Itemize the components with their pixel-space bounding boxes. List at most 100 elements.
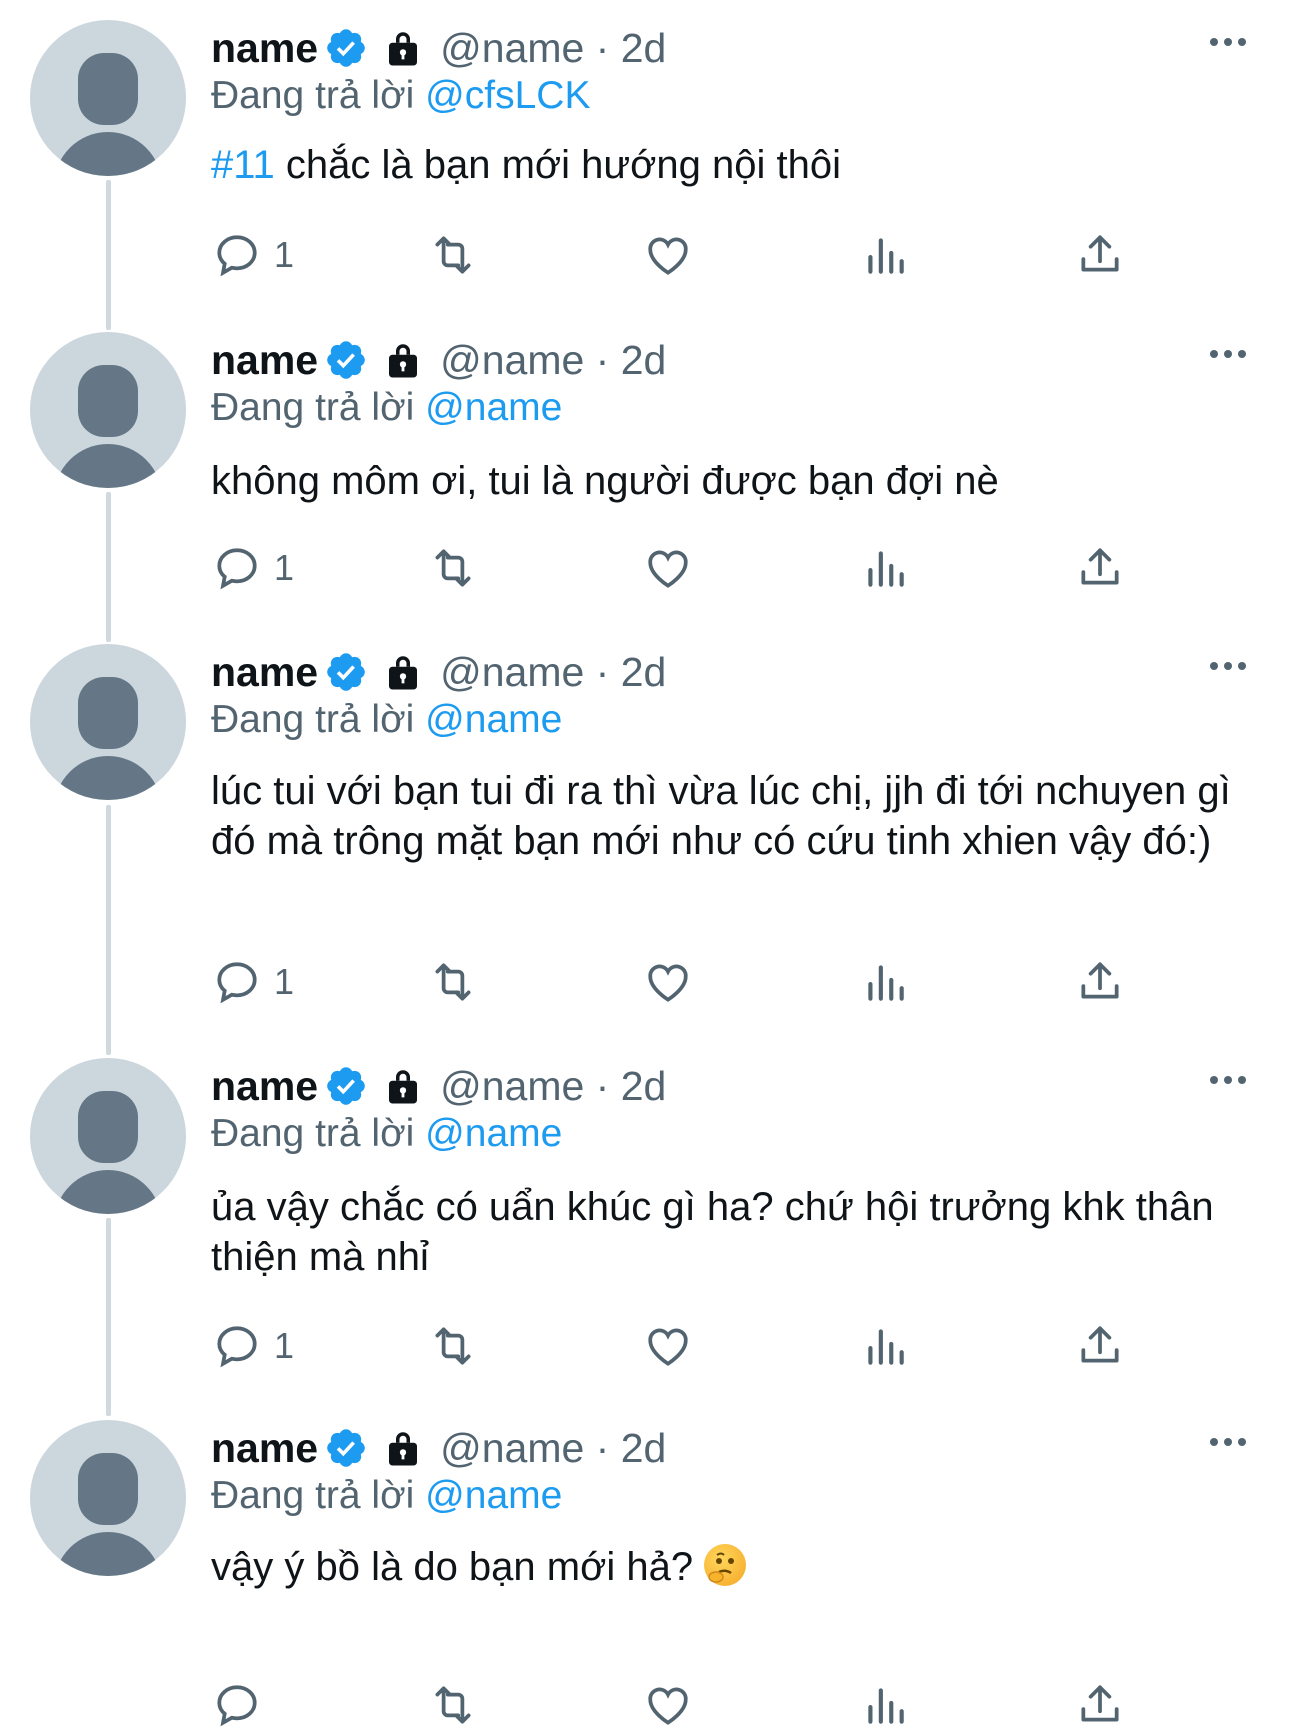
- tweet[interactable]: name @name · 2d Đang trả lời @name không…: [0, 332, 1290, 632]
- like-icon: [648, 1328, 688, 1366]
- replying-prefix: Đang trả lời: [211, 698, 415, 741]
- share-icon: [1081, 548, 1119, 585]
- reply-button[interactable]: 1: [212, 225, 294, 285]
- reply-count: 1: [274, 234, 295, 275]
- verified-badge-icon: [327, 653, 365, 691]
- like-button[interactable]: [643, 538, 693, 598]
- handle-time[interactable]: @name · 2d: [440, 25, 666, 72]
- views-button[interactable]: [860, 952, 910, 1012]
- like-button[interactable]: [643, 225, 693, 285]
- mention-link[interactable]: @cfsLCK: [425, 74, 590, 117]
- tweet-text: ủa vậy chắc có uẩn khúc gì ha? chứ hội t…: [211, 1185, 1214, 1279]
- verified-badge-icon: [327, 29, 365, 67]
- share-button[interactable]: [1075, 1675, 1125, 1735]
- action-bar: 1: [0, 1316, 1290, 1376]
- action-bar: [0, 1675, 1290, 1735]
- tweet[interactable]: name @name · 2d Đang trả lời @name ủa vậ…: [0, 1058, 1290, 1408]
- display-name[interactable]: name: [211, 25, 318, 72]
- avatar[interactable]: [30, 332, 186, 488]
- handle-time[interactable]: @name · 2d: [440, 337, 666, 384]
- tweet-text: không môm ơi, tui là người được bạn đợi …: [211, 459, 999, 503]
- more-icon[interactable]: [1208, 344, 1248, 364]
- avatar[interactable]: [30, 1058, 186, 1214]
- display-name[interactable]: name: [211, 649, 318, 696]
- reply-button[interactable]: 1: [212, 538, 294, 598]
- reply-count: 1: [274, 961, 295, 1002]
- more-icon[interactable]: [1208, 656, 1248, 676]
- action-bar: 1: [0, 538, 1290, 598]
- reply-count: 1: [274, 547, 295, 588]
- tweet[interactable]: name @name · 2d Đang trả lời @cfsLCK #11…: [0, 20, 1290, 320]
- reply-button[interactable]: 1: [212, 1316, 294, 1376]
- avatar[interactable]: [30, 644, 186, 800]
- like-icon: [648, 964, 688, 1002]
- retweet-button[interactable]: [428, 1316, 478, 1376]
- avatar[interactable]: [30, 1420, 186, 1576]
- retweet-icon: [435, 236, 471, 274]
- views-button[interactable]: [860, 225, 910, 285]
- views-icon: [868, 1688, 904, 1724]
- tweet[interactable]: name @name · 2d Đang trả lời @name lúc t…: [0, 644, 1290, 1044]
- mention-link[interactable]: @name: [425, 1112, 562, 1155]
- like-button[interactable]: [643, 952, 693, 1012]
- replying-to: Đang trả lời @name: [211, 1112, 562, 1156]
- mention-link[interactable]: @name: [425, 698, 562, 741]
- display-name[interactable]: name: [211, 1425, 318, 1472]
- retweet-icon: [435, 1327, 471, 1365]
- reply-icon: [217, 548, 257, 590]
- share-icon: [1081, 1685, 1119, 1722]
- views-button[interactable]: [860, 538, 910, 598]
- lock-icon: [389, 656, 418, 690]
- like-button[interactable]: [643, 1675, 693, 1735]
- views-button[interactable]: [860, 1316, 910, 1376]
- tweet[interactable]: name @name · 2d Đang trả lời @name vậy ý…: [0, 1420, 1290, 1727]
- share-button[interactable]: [1075, 225, 1125, 285]
- display-name[interactable]: name: [211, 1063, 318, 1110]
- like-icon: [648, 1687, 688, 1725]
- share-button[interactable]: [1075, 1316, 1125, 1376]
- replying-to: Đang trả lời @cfsLCK: [211, 74, 590, 118]
- like-button[interactable]: [643, 1316, 693, 1376]
- more-icon[interactable]: [1208, 32, 1248, 52]
- handle-time[interactable]: @name · 2d: [440, 649, 666, 696]
- share-icon: [1081, 235, 1119, 272]
- tweet-text: #11 chắc là bạn mới hướng nội thôi: [211, 140, 1241, 190]
- share-button[interactable]: [1075, 538, 1125, 598]
- reply-icon: [217, 962, 257, 1004]
- more-icon[interactable]: [1208, 1432, 1248, 1452]
- replying-to: Đang trả lời @name: [211, 386, 562, 430]
- replying-prefix: Đang trả lời: [211, 1474, 415, 1517]
- tweet-text: vậy ý bồ là do bạn mới hả?: [211, 1542, 1241, 1592]
- lock-icon: [389, 344, 418, 378]
- retweet-button[interactable]: [428, 538, 478, 598]
- reply-count: 1: [274, 1325, 295, 1366]
- views-icon: [868, 1329, 904, 1365]
- avatar[interactable]: [30, 20, 186, 176]
- verified-badge-icon: [327, 1067, 365, 1105]
- action-bar: 1: [0, 225, 1290, 285]
- share-button[interactable]: [1075, 952, 1125, 1012]
- handle-time[interactable]: @name · 2d: [440, 1063, 666, 1110]
- reply-icon: [217, 1685, 257, 1727]
- mention-link[interactable]: @name: [425, 1474, 562, 1517]
- hashtag-link[interactable]: #11: [211, 143, 275, 187]
- tweet-header: name @name · 2d: [211, 1058, 666, 1114]
- handle-time[interactable]: @name · 2d: [440, 1425, 666, 1472]
- mention-link[interactable]: @name: [425, 386, 562, 429]
- reply-icon: [217, 1326, 257, 1368]
- replying-prefix: Đang trả lời: [211, 386, 415, 429]
- verified-badge-icon: [327, 341, 365, 379]
- display-name[interactable]: name: [211, 337, 318, 384]
- tweet-header: name @name · 2d: [211, 20, 666, 76]
- reply-button[interactable]: [212, 1675, 274, 1735]
- more-icon[interactable]: [1208, 1070, 1248, 1090]
- reply-button[interactable]: 1: [212, 952, 294, 1012]
- lock-icon: [389, 32, 418, 66]
- retweet-button[interactable]: [428, 225, 478, 285]
- retweet-button[interactable]: [428, 1675, 478, 1735]
- like-icon: [648, 550, 688, 588]
- views-button[interactable]: [860, 1675, 910, 1735]
- views-icon: [868, 238, 904, 274]
- retweet-button[interactable]: [428, 952, 478, 1012]
- replying-to: Đang trả lời @name: [211, 1474, 562, 1518]
